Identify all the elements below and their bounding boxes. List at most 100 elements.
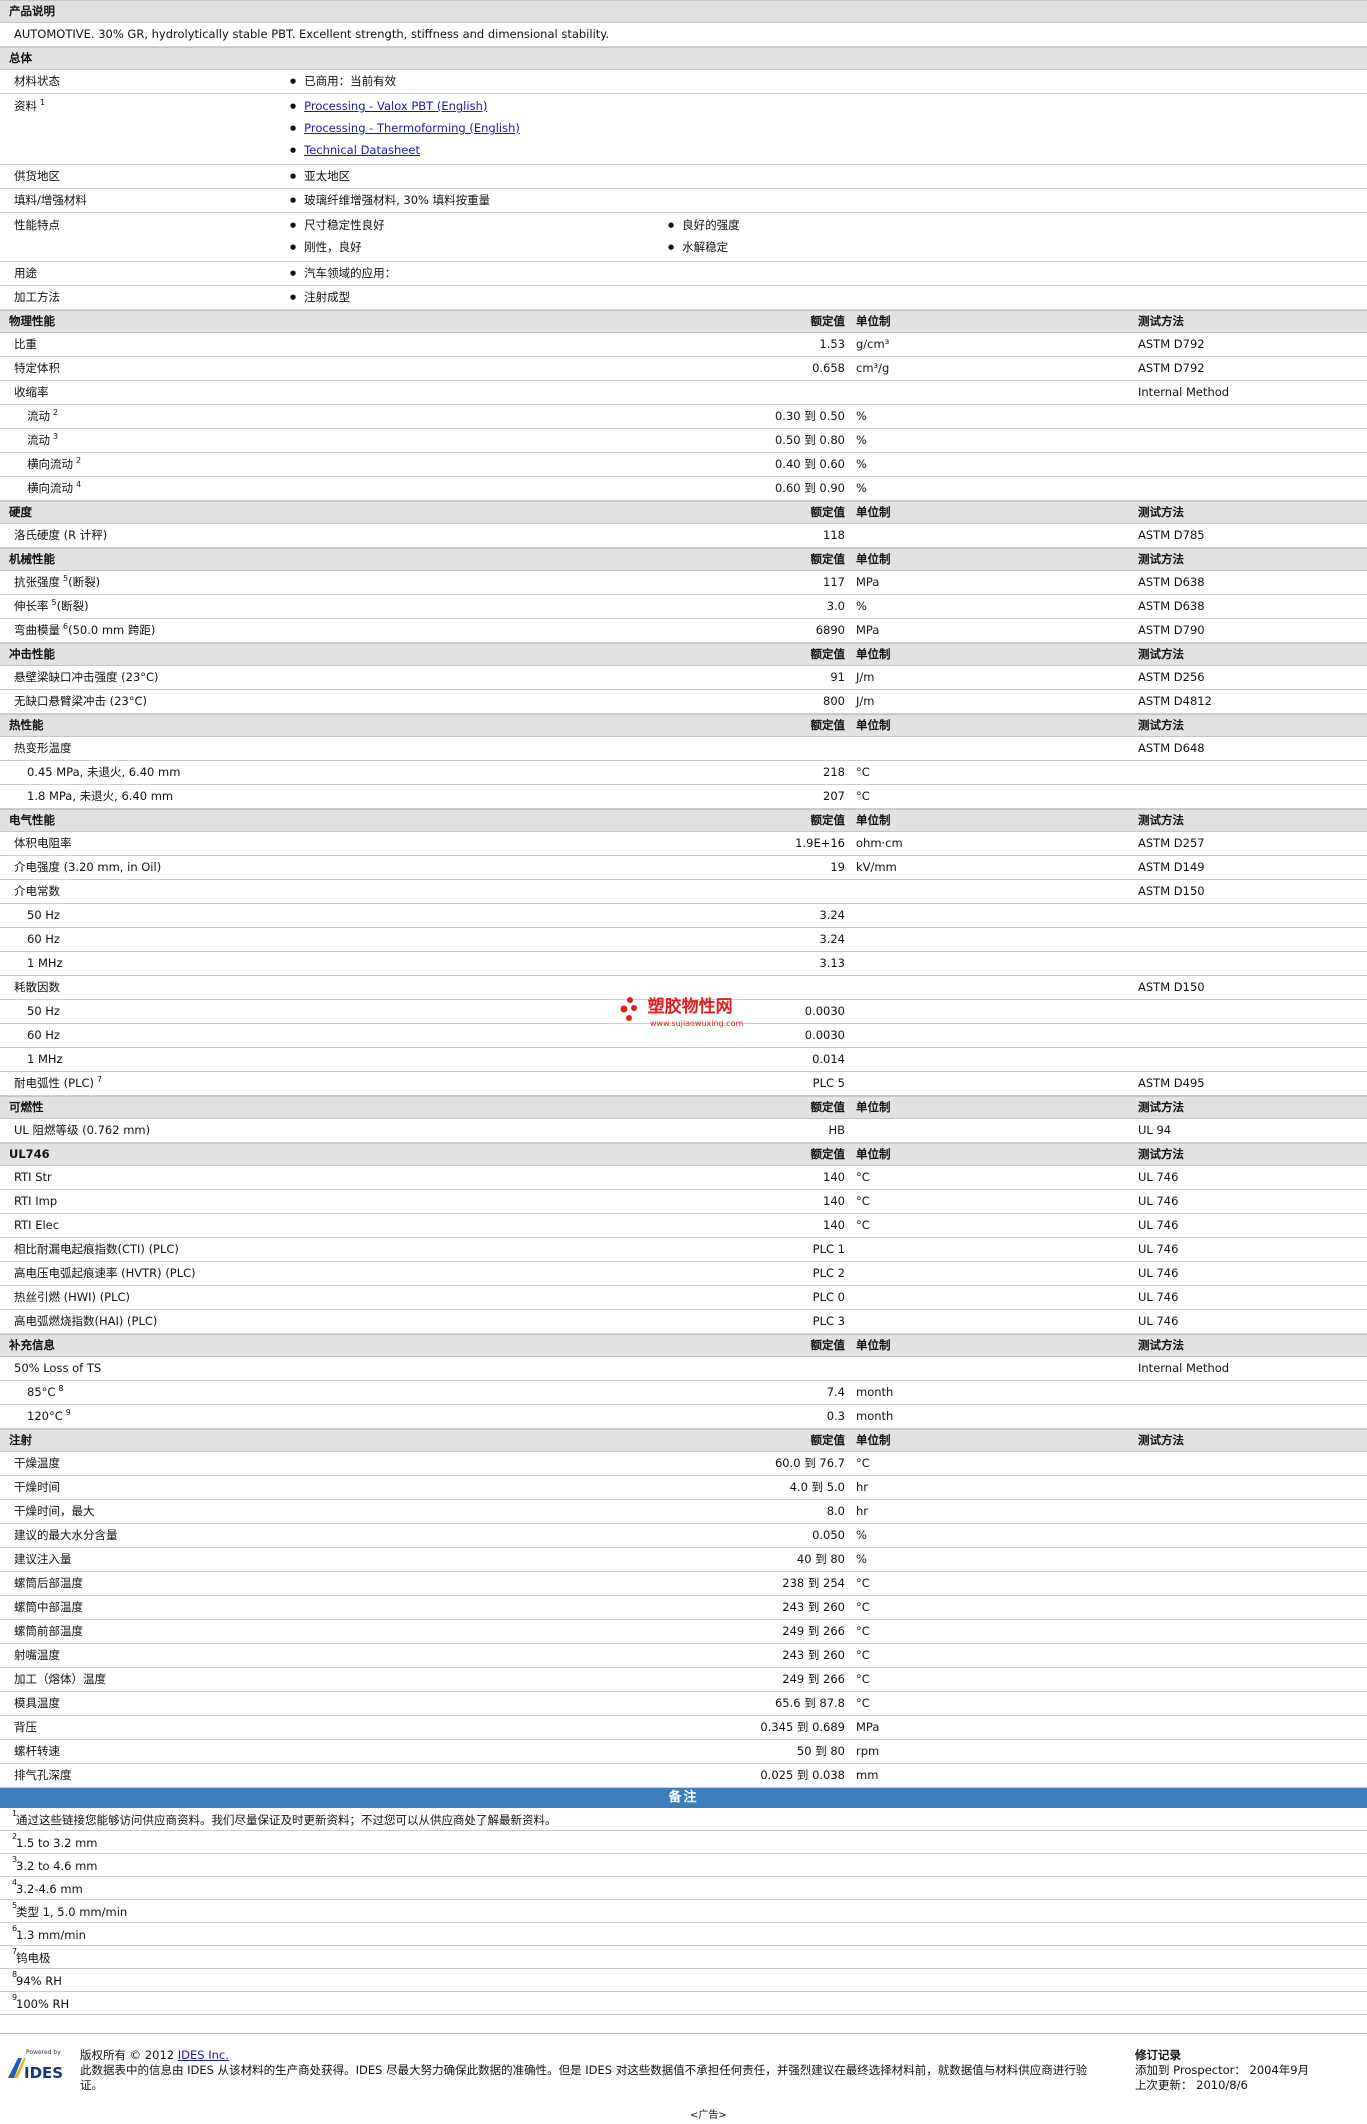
property-value: 118 (823, 528, 845, 542)
property-unit: cm³/g (856, 361, 890, 375)
property-row: 85°C 8 7.4 month (0, 1381, 1367, 1405)
property-unit: °C (856, 1576, 870, 1590)
header-test: 测试方法 (1138, 1100, 1184, 1114)
property-row: 50 Hz 3.24 (0, 904, 1367, 928)
section-header: 注射 额定值 单位制 测试方法 (0, 1429, 1367, 1452)
property-name: 50 Hz (27, 1004, 60, 1018)
property-unit: month (856, 1385, 894, 1399)
property-unit: % (856, 599, 867, 613)
property-name: 横向流动 (27, 481, 73, 495)
section-title: 产品说明 (9, 4, 55, 18)
property-name: 热变形温度 (14, 741, 72, 755)
header-test: 测试方法 (1138, 1338, 1184, 1352)
section-header-general: 总体 (0, 47, 1367, 70)
property-label: 模具温度 (14, 1692, 60, 1715)
property-value: 0.0030 (804, 1028, 845, 1042)
header-test: 测试方法 (1138, 314, 1184, 328)
general-value: 汽车领域的应用： (290, 262, 1367, 287)
footer: Powered by IDES 版权所有 © 2012 IDES Inc. 此数… (0, 2033, 1367, 2124)
property-value: 0.658 (812, 361, 845, 375)
property-name: 模具温度 (14, 1696, 60, 1710)
general-label: 用途 (14, 262, 37, 285)
property-name: 悬壁梁缺口冲击强度 (23°C) (14, 670, 159, 684)
property-test-method: UL 746 (1138, 1194, 1179, 1208)
note-item: 9 100% RH (0, 1992, 1367, 2015)
resource-link[interactable]: Processing - Valox PBT (English) (304, 99, 487, 113)
watermark: 塑胶物性网 www.sujiaowuxing.com (620, 992, 743, 1028)
header-test: 测试方法 (1138, 552, 1184, 566)
property-name: 耗散因数 (14, 980, 60, 994)
revision-info: 修订记录 添加到 Prospector： 2004年9月 上次更新： 2010/… (1135, 2048, 1309, 2093)
company-link[interactable]: IDES Inc. (178, 2048, 229, 2062)
property-row: 高电压电弧起痕速率 (HVTR) (PLC) PLC 2 UL 746 (0, 1262, 1367, 1286)
property-label: 收缩率 (14, 381, 49, 404)
property-label: 120°C 9 (27, 1405, 71, 1428)
property-row: 收缩率 Internal Method (0, 381, 1367, 405)
general-link-item: Processing - Thermoforming (English) (290, 118, 1367, 140)
section-header: UL746 额定值 单位制 测试方法 (0, 1143, 1367, 1166)
property-label: RTI Imp (14, 1190, 57, 1213)
resource-link[interactable]: Processing - Thermoforming (English) (304, 121, 520, 135)
property-label: 耗散因数 (14, 976, 60, 999)
general-row: 填料/增强材料 玻璃纤维增强材料, 30% 填料按重量 (0, 189, 1367, 213)
note-item: 6 1.3 mm/min (0, 1923, 1367, 1946)
property-test-method: ASTM D4812 (1138, 694, 1212, 708)
property-unit: MPa (856, 623, 880, 637)
property-name: 加工（熔体）温度 (14, 1672, 106, 1686)
property-label: 热变形温度 (14, 737, 72, 760)
property-row: 0.45 MPa, 未退火, 6.40 mm 218 °C (0, 761, 1367, 785)
property-label: 螺筒后部温度 (14, 1572, 83, 1595)
property-unit: °C (856, 1672, 870, 1686)
resource-link[interactable]: Technical Datasheet (304, 143, 420, 157)
property-name: 流动 (27, 433, 50, 447)
general-values: 汽车领域的应用： (290, 262, 1367, 287)
property-value: 60.0 到 76.7 (774, 1456, 845, 1470)
property-label: 伸长率 5(断裂) (14, 595, 89, 618)
property-label: 横向流动 2 (27, 453, 81, 476)
general-row: 性能特点 尺寸稳定性良好刚性，良好良好的强度水解稳定 (0, 213, 1367, 262)
property-label: 60 Hz (27, 928, 60, 951)
footnote-ref: 7 (97, 1075, 103, 1085)
datasheet: 产品说明 AUTOMOTIVE. 30% GR, hydrolytically … (0, 0, 1367, 2124)
property-row: 螺筒中部温度 243 到 260 °C (0, 1596, 1367, 1620)
property-unit: °C (856, 1600, 870, 1614)
property-unit: °C (856, 1648, 870, 1662)
footnote-ref: 1 (40, 98, 46, 108)
property-row: 螺杆转速 50 到 80 rpm (0, 1740, 1367, 1764)
section-title: 热性能 (9, 718, 44, 732)
general-row: 加工方法 注射成型 (0, 286, 1367, 310)
property-unit: °C (856, 765, 870, 779)
property-value: 50 到 80 (796, 1744, 845, 1758)
property-label: 1.8 MPa, 未退火, 6.40 mm (27, 785, 173, 808)
property-unit: % (856, 1552, 867, 1566)
property-test-method: ASTM D792 (1138, 337, 1205, 351)
property-value: 19 (830, 860, 845, 874)
property-label: RTI Elec (14, 1214, 59, 1237)
notes-header: 备注 (0, 1788, 1367, 1808)
property-unit: g/cm³ (856, 337, 890, 351)
header-value: 额定值 (810, 718, 846, 732)
property-row: 60 Hz 3.24 (0, 928, 1367, 952)
note-text: 类型 1, 5.0 mm/min (16, 1905, 128, 1919)
property-label: 螺杆转速 (14, 1740, 60, 1763)
header-test: 测试方法 (1138, 813, 1184, 827)
property-label: 50 Hz (27, 904, 60, 927)
property-value: 218 (823, 765, 845, 779)
watermark-url: www.sujiaowuxing.com (650, 1018, 744, 1028)
general-row: 供货地区 亚太地区 (0, 165, 1367, 189)
property-test-method: ASTM D638 (1138, 599, 1205, 613)
section-header: 机械性能 额定值 单位制 测试方法 (0, 548, 1367, 571)
feature-item: 刚性，良好 (290, 237, 668, 259)
property-name: 洛氏硬度 (R 计秤) (14, 528, 108, 542)
property-unit: hr (856, 1504, 869, 1518)
property-name: RTI Elec (14, 1218, 60, 1232)
property-name: UL 阻燃等级 (0.762 mm) (14, 1123, 151, 1137)
general-value: 玻璃纤维增强材料, 30% 填料按重量 (290, 189, 1367, 214)
property-label: 建议的最大水分含量 (14, 1524, 118, 1547)
property-unit: % (856, 481, 867, 495)
feature-col-1: 尺寸稳定性良好刚性，良好 (290, 215, 668, 259)
property-name: 干燥温度 (14, 1456, 60, 1470)
feature-item: 良好的强度 (668, 215, 740, 237)
property-unit: MPa (856, 575, 880, 589)
property-label: 耐电弧性 (PLC) 7 (14, 1072, 102, 1095)
